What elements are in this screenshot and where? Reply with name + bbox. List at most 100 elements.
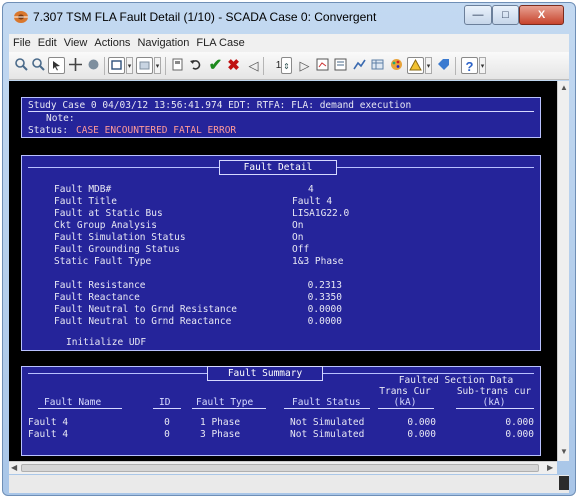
scroll-down-icon[interactable]: ▼	[560, 447, 568, 456]
status-value: CASE ENCOUNTERED FATAL ERROR	[76, 125, 237, 136]
fault-reactance-value[interactable]: 0.3350	[282, 292, 342, 303]
col-trans-cur-unit[interactable]: (kA)	[372, 397, 438, 408]
static-fault-type-label: Static Fault Type	[54, 256, 152, 267]
static-fault-type-value[interactable]: 1&3 Phase	[292, 256, 343, 267]
row-fault-type: 3 Phase	[200, 429, 241, 440]
row-trans-cur: 0.000	[407, 429, 436, 440]
neutral-reactance-label: Fault Neutral to Grnd Reactance	[54, 316, 232, 327]
fault-detail-panel: Fault Detail Fault MDB# 4 Fault Title Fa…	[21, 155, 541, 351]
col-fault-name[interactable]: Fault Name	[44, 397, 101, 408]
col-fault-status[interactable]: Fault Status	[292, 397, 361, 408]
alarm-icon[interactable]	[407, 57, 424, 74]
trend-icon[interactable]	[351, 57, 368, 74]
scroll-right-icon[interactable]: ▶	[547, 463, 553, 472]
title-bar: 7.307 TSM FLA Fault Detail (1/10) - SCAD…	[3, 3, 575, 33]
grounding-status-value[interactable]: Off	[292, 244, 309, 255]
row-fault-name: Fault 4	[28, 429, 69, 440]
back-icon[interactable]: ◁	[245, 57, 262, 74]
help-icon[interactable]: ?	[461, 57, 478, 74]
maximize-button[interactable]: □	[492, 5, 519, 25]
close-button[interactable]: X	[519, 5, 564, 25]
check-icon[interactable]: ✔	[207, 57, 224, 74]
display-dropdown-icon[interactable]: ▾	[126, 57, 133, 74]
fault-title-label: Fault Title	[54, 196, 117, 207]
fault-mdb-label: Fault MDB#	[54, 184, 112, 195]
help-dropdown-icon[interactable]: ▾	[479, 57, 486, 74]
menu-file[interactable]: File	[13, 37, 31, 49]
col-sub-trans-cur-unit[interactable]: (kA)	[448, 397, 540, 408]
neutral-resistance-label: Fault Neutral to Grnd Resistance	[54, 304, 238, 315]
fault-detail-heading: Fault Detail	[219, 160, 337, 175]
initialize-udf-button[interactable]: Initialize UDF	[66, 337, 146, 348]
horizontal-scrollbar[interactable]: ◀ ▶	[9, 461, 557, 474]
layer-icon[interactable]	[136, 57, 153, 74]
chart-icon[interactable]	[314, 57, 331, 74]
study-case-line: Study Case 0 04/03/12 13:56:41.974 EDT: …	[28, 100, 412, 111]
col-id[interactable]: ID	[159, 397, 170, 408]
zoom-out-icon[interactable]	[30, 57, 47, 74]
record-icon[interactable]	[85, 57, 102, 74]
static-bus-value[interactable]: LISA1G22.0	[292, 208, 349, 219]
ckt-group-value[interactable]: On	[292, 220, 303, 231]
vertical-scrollbar[interactable]: ▲ ▼	[557, 81, 569, 461]
layer-dropdown-icon[interactable]: ▾	[154, 57, 161, 74]
grounding-status-label: Fault Grounding Status	[54, 244, 180, 255]
app-icon	[14, 11, 28, 23]
zoom-in-icon[interactable]	[13, 57, 30, 74]
static-bus-label: Fault at Static Bus	[54, 208, 163, 219]
ckt-group-label: Ckt Group Analysis	[54, 220, 157, 231]
pan-icon[interactable]	[67, 57, 84, 74]
row-fault-status: Not Simulated	[290, 417, 365, 428]
select-icon[interactable]	[48, 57, 65, 74]
study-case-panel: Study Case 0 04/03/12 13:56:41.974 EDT: …	[21, 97, 541, 138]
row-fault-name: Fault 4	[28, 417, 69, 428]
minimize-button[interactable]: —	[464, 5, 492, 25]
row-id: 0	[164, 417, 170, 428]
display-icon[interactable]	[108, 57, 125, 74]
menu-bar: File Edit View Actions Navigation FLA Ca…	[9, 34, 569, 52]
row-sub-trans-cur: 0.000	[505, 417, 534, 428]
report-icon[interactable]	[332, 57, 349, 74]
faulted-section-header: Faulted Section Data	[398, 375, 514, 386]
row-sub-trans-cur: 0.000	[505, 429, 534, 440]
menu-actions[interactable]: Actions	[94, 37, 130, 49]
row-fault-status: Not Simulated	[290, 429, 365, 440]
fault-resistance-value[interactable]: 0.2313	[282, 280, 342, 291]
fault-title-value[interactable]: Fault 4	[292, 196, 332, 207]
scroll-left-icon[interactable]: ◀	[11, 463, 17, 472]
row-id: 0	[164, 429, 170, 440]
fault-mdb-value[interactable]: 4	[308, 184, 314, 195]
menu-navigation[interactable]: Navigation	[137, 37, 189, 49]
toolbar: ▾ ▾ ✔ ✖ ◁ 1 ⇕ ▷ ▾ ? ▾	[9, 52, 569, 80]
forward-icon[interactable]: ▷	[296, 57, 313, 74]
alarm-dropdown-icon[interactable]: ▾	[425, 57, 432, 74]
resize-grip-icon[interactable]	[559, 476, 569, 490]
undo-icon[interactable]	[187, 57, 204, 74]
scroll-up-icon[interactable]: ▲	[560, 83, 568, 92]
status-label: Status:	[28, 125, 69, 136]
neutral-resistance-value[interactable]: 0.0000	[282, 304, 342, 315]
menu-edit[interactable]: Edit	[38, 37, 57, 49]
page-icon[interactable]	[169, 57, 186, 74]
menu-view[interactable]: View	[64, 37, 88, 49]
simulation-status-label: Fault Simulation Status	[54, 232, 186, 243]
status-bar	[9, 475, 569, 493]
window-title: 7.307 TSM FLA Fault Detail (1/10) - SCAD…	[33, 10, 377, 24]
tag-icon[interactable]	[435, 57, 452, 74]
cancel-icon[interactable]: ✖	[225, 57, 242, 74]
application-window: 7.307 TSM FLA Fault Detail (1/10) - SCAD…	[2, 2, 576, 496]
neutral-reactance-value[interactable]: 0.0000	[282, 316, 342, 327]
palette-icon[interactable]	[388, 57, 405, 74]
page-spinner[interactable]: ⇕	[281, 57, 292, 74]
display-area: Study Case 0 04/03/12 13:56:41.974 EDT: …	[9, 81, 557, 461]
row-fault-type: 1 Phase	[200, 417, 241, 428]
fault-reactance-label: Fault Reactance	[54, 292, 140, 303]
table-icon[interactable]	[369, 57, 386, 74]
col-fault-type[interactable]: Fault Type	[196, 397, 253, 408]
simulation-status-value[interactable]: On	[292, 232, 303, 243]
note-label: Note:	[46, 113, 75, 124]
horizontal-scroll-thumb[interactable]	[21, 464, 539, 472]
fault-summary-panel: Fault Summary Faulted Section Data Trans…	[21, 366, 541, 456]
row-trans-cur: 0.000	[407, 417, 436, 428]
menu-fla-case[interactable]: FLA Case	[196, 37, 244, 49]
